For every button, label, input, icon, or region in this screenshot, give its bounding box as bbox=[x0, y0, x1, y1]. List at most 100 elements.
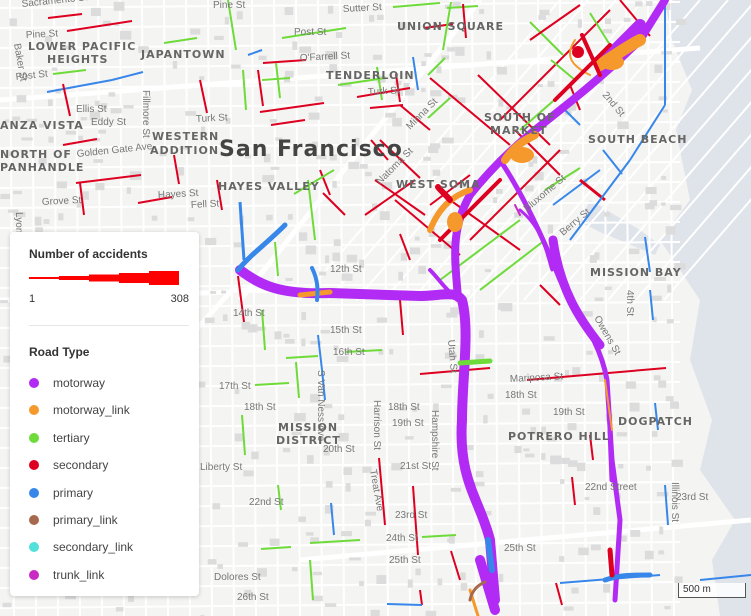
building bbox=[604, 212, 611, 217]
neighborhood-label: MARKET bbox=[490, 124, 547, 137]
building bbox=[345, 483, 351, 492]
building bbox=[359, 164, 368, 169]
neighborhood-label: ADDITION bbox=[150, 144, 219, 157]
building bbox=[623, 17, 631, 22]
building bbox=[217, 564, 223, 569]
legend-item-motorway[interactable]: motorway bbox=[29, 374, 105, 392]
street-label: 22nd Street bbox=[585, 482, 637, 493]
street-label: Turk St bbox=[368, 85, 401, 98]
street-label: 16th St bbox=[333, 347, 365, 358]
building bbox=[301, 311, 307, 321]
building bbox=[654, 64, 663, 73]
building bbox=[319, 271, 327, 276]
road-cluster-motorway_link[interactable] bbox=[600, 54, 624, 70]
building bbox=[298, 516, 307, 523]
street-label: 23rd St bbox=[395, 510, 427, 521]
building bbox=[251, 451, 259, 460]
building bbox=[523, 448, 530, 452]
building bbox=[604, 18, 612, 25]
building bbox=[567, 460, 578, 467]
legend-size-min: 1 bbox=[29, 293, 36, 305]
building bbox=[559, 556, 565, 562]
building bbox=[274, 331, 282, 340]
building bbox=[190, 28, 201, 35]
building bbox=[238, 542, 248, 547]
ramp-step-1 bbox=[29, 277, 59, 279]
building bbox=[602, 29, 612, 34]
road-segment-primary[interactable] bbox=[386, 603, 423, 606]
building bbox=[432, 169, 441, 176]
neighborhood-label: POTRERO HILL bbox=[508, 430, 610, 443]
building bbox=[204, 317, 215, 324]
road-cluster-motorway_link[interactable] bbox=[447, 212, 463, 232]
building bbox=[292, 567, 298, 572]
building bbox=[603, 583, 611, 593]
legend-item-primary[interactable]: primary bbox=[29, 484, 93, 502]
building bbox=[199, 76, 205, 81]
street-label: 22nd St bbox=[249, 497, 284, 508]
building bbox=[324, 603, 337, 607]
neighborhood-label: SOUTH BEACH bbox=[588, 133, 687, 146]
legend-item-label: secondary bbox=[53, 458, 109, 473]
ramp-step-4 bbox=[119, 273, 149, 283]
building bbox=[441, 384, 452, 389]
city-label: San Francisco bbox=[219, 137, 403, 162]
legend-item-primary-link[interactable]: primary_link bbox=[29, 511, 118, 529]
building bbox=[496, 66, 507, 75]
building bbox=[479, 9, 485, 14]
building bbox=[407, 579, 413, 588]
road-cluster-secondary[interactable] bbox=[572, 46, 584, 58]
building bbox=[308, 112, 320, 120]
building bbox=[560, 479, 565, 484]
building bbox=[500, 303, 513, 312]
building bbox=[550, 455, 562, 465]
building bbox=[185, 111, 197, 116]
building bbox=[674, 576, 683, 583]
legend-item-label: primary bbox=[53, 485, 94, 500]
road-path-motorway[interactable] bbox=[607, 427, 615, 483]
building bbox=[594, 252, 600, 260]
building bbox=[325, 481, 333, 488]
scale-bar: 500 m bbox=[678, 583, 746, 598]
road-path-tertiary[interactable] bbox=[457, 358, 493, 366]
building bbox=[447, 47, 456, 52]
building bbox=[34, 216, 42, 226]
street-label: Eddy St bbox=[91, 117, 126, 128]
building bbox=[661, 202, 666, 206]
building bbox=[187, 217, 195, 222]
legend-item-trunk-link[interactable]: trunk_link bbox=[29, 566, 104, 584]
neighborhood-label: DISTRICT bbox=[276, 434, 341, 447]
building bbox=[301, 338, 306, 347]
building bbox=[594, 297, 604, 302]
legend-item-secondary[interactable]: secondary bbox=[29, 456, 108, 474]
building bbox=[370, 609, 380, 616]
legend-size-ramp bbox=[29, 271, 179, 285]
legend-item-motorway-link[interactable]: motorway_link bbox=[29, 401, 130, 419]
road-path-primary[interactable] bbox=[485, 537, 495, 573]
neighborhood-label: PANHANDLE bbox=[0, 161, 84, 174]
building bbox=[661, 51, 672, 55]
building bbox=[415, 568, 421, 576]
legend-item-tertiary[interactable]: tertiary bbox=[29, 429, 90, 447]
building bbox=[651, 431, 658, 437]
road-path-secondary[interactable] bbox=[607, 547, 615, 578]
building bbox=[410, 247, 421, 255]
building bbox=[0, 193, 11, 200]
building bbox=[400, 253, 408, 261]
legend-item-secondary-link[interactable]: secondary_link bbox=[29, 538, 133, 556]
building bbox=[479, 330, 484, 338]
building bbox=[644, 202, 655, 210]
building bbox=[630, 530, 641, 537]
building bbox=[207, 559, 217, 565]
road-cluster-motorway_link[interactable] bbox=[510, 147, 534, 163]
building bbox=[492, 197, 498, 204]
building bbox=[365, 171, 372, 177]
building bbox=[344, 469, 351, 475]
building bbox=[172, 61, 178, 69]
road-path-motorway_link[interactable] bbox=[297, 289, 333, 298]
building bbox=[645, 187, 657, 195]
building bbox=[667, 284, 672, 293]
building bbox=[629, 402, 640, 412]
building bbox=[658, 550, 665, 555]
building bbox=[359, 580, 364, 587]
